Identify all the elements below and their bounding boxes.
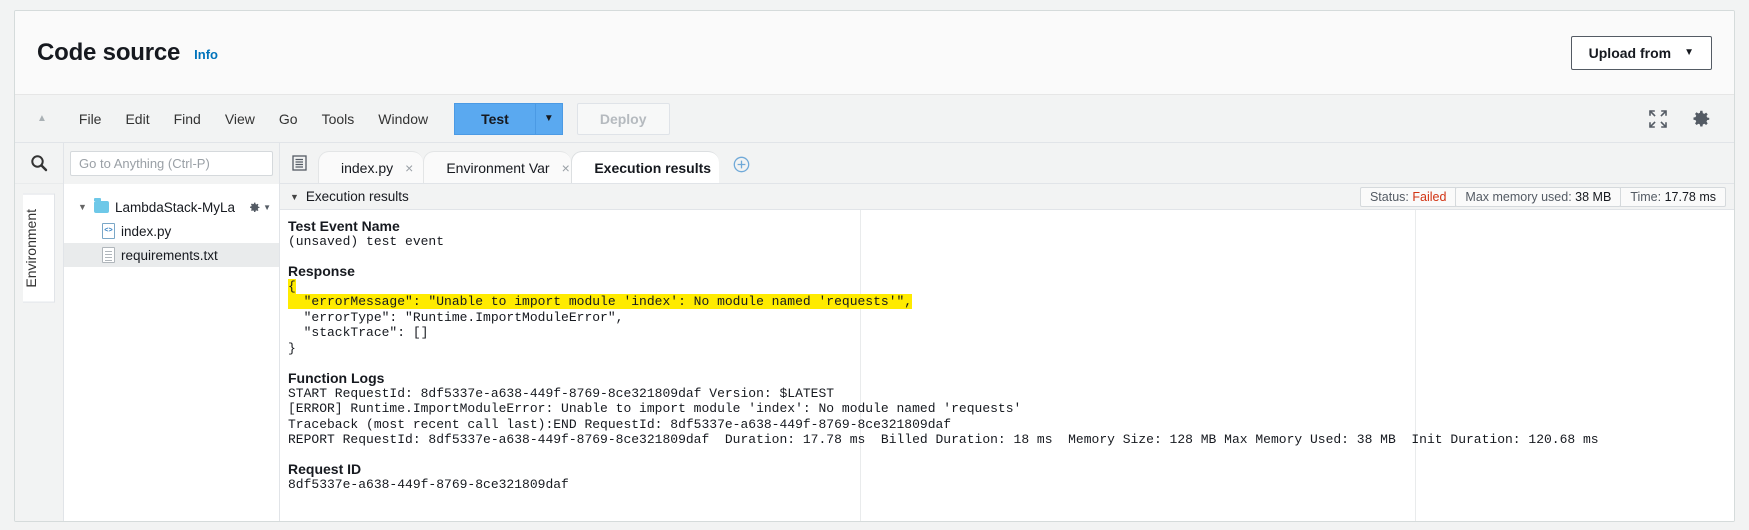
execution-results-bar: ▼ Execution results Status: Failed Max m… [280,184,1734,210]
menu-item-tools[interactable]: Tools [310,104,367,134]
twisty-icon[interactable]: ▼ [290,192,299,202]
menu-item-edit[interactable]: Edit [113,104,161,134]
chevron-down-icon: ▼ [1684,47,1694,58]
status-badge-value: Failed [1412,189,1447,204]
close-icon[interactable]: × [562,160,570,176]
tab-label: index.py [341,159,394,176]
close-icon[interactable]: × [405,160,413,176]
time-badge: Time: 17.78 ms [1620,186,1726,207]
status-badge-label: Status: [1369,189,1413,204]
expand-icon[interactable] [1648,109,1668,129]
log-line: START RequestId: 8df5337e-a638-449f-8769… [288,385,835,401]
response-error-message: "errorMessage": "Unable to import module… [288,294,913,310]
code-file-icon [102,223,115,239]
add-tab-icon[interactable] [733,156,750,178]
tree-item-requirements-txt[interactable]: requirements.txt [64,243,279,267]
response-stack-trace: "stackTrace": [] [288,325,429,341]
tree-item-index-py[interactable]: index.py [64,219,279,243]
menu-item-find[interactable]: Find [162,104,213,134]
twisty-icon[interactable]: ▼ [78,202,88,212]
response-error-type: "errorType": "Runtime.ImportModuleError"… [288,309,624,325]
status-badge: Status: Failed [1359,186,1457,207]
menu-item-go[interactable]: Go [267,104,310,134]
log-line: REPORT RequestId: 8df5337e-a638-449f-876… [288,432,1599,448]
test-button[interactable]: Test [454,102,535,135]
tree-item-label: LambdaStack-MyLa [115,199,236,215]
max-memory-badge-label: Max memory used: [1465,189,1576,204]
log-line: Traceback (most recent call last):END Re… [288,416,952,432]
response-title: Response [288,262,355,279]
menu-item-file[interactable]: File [67,104,114,134]
collapse-icon[interactable]: ▲ [37,113,47,124]
text-file-icon [102,247,115,263]
max-memory-badge: Max memory used: 38 MB [1455,186,1622,207]
upload-from-label: Upload from [1588,44,1672,61]
tab-environment-variables[interactable]: Environment Var × [423,151,572,183]
time-badge-label: Time: [1630,189,1665,204]
execution-results-content[interactable]: Test Event Name (unsaved) test event Res… [280,210,1734,521]
max-memory-badge-value: 38 MB [1575,189,1612,204]
tree-item-label: requirements.txt [121,247,218,263]
tab-strip: index.py × Environment Var × Execution r… [280,143,1734,184]
log-line: [ERROR] Runtime.ImportModuleError: Unabl… [288,401,1022,417]
response-open-brace: { [288,278,296,294]
info-link[interactable]: Info [194,47,218,62]
search-input[interactable] [70,151,273,176]
gear-icon[interactable] [1690,108,1712,130]
test-event-name-value: (unsaved) test event [288,234,445,249]
request-id-title: Request ID [288,460,362,477]
results-text: Test Event Name (unsaved) test event Res… [280,210,1734,493]
folder-icon [94,198,109,213]
upload-from-button[interactable]: Upload from ▼ [1570,35,1712,70]
test-dropdown-button[interactable]: ▼ [534,102,563,135]
tab-index-py[interactable]: index.py × [318,151,424,183]
file-explorer: ▼ LambdaStack-MyLa ▼ index.py [64,143,280,521]
request-id-value: 8df5337e-a638-449f-8769-8ce321809daf [288,476,569,492]
tab-execution-results[interactable]: Execution results × [571,151,720,183]
execution-results-label: Execution results [305,189,409,204]
chevron-down-icon: ▼ [543,113,554,124]
status-badges: Status: Failed Max memory used: 38 MB Ti… [1359,186,1734,207]
page-title: Code source [37,38,181,66]
test-event-name-title: Test Event Name [288,218,400,234]
function-logs-title: Function Logs [288,369,385,386]
goto-anything-wrap [64,143,279,184]
search-icon[interactable] [15,143,63,184]
editor-area: index.py × Environment Var × Execution r… [280,143,1734,521]
tree-item-folder[interactable]: ▼ LambdaStack-MyLa ▼ [64,195,279,219]
menu-bar: ▲ File Edit Find View Go Tools Window Te… [15,95,1734,143]
left-rail: Environment [15,143,64,521]
tab-list-icon[interactable] [280,142,318,183]
menu-item-view[interactable]: View [213,104,267,134]
file-tree: ▼ LambdaStack-MyLa ▼ index.py [64,184,279,267]
editor-body: Environment ▼ LambdaStack-MyLa ▼ [15,143,1734,521]
menu-bar-right [1648,108,1734,130]
code-source-panel: Code source Info Upload from ▼ ▲ File Ed… [14,10,1735,522]
response-close-brace: } [288,340,296,356]
tab-label: Execution results [594,159,712,176]
panel-header: Code source Info Upload from ▼ [15,11,1734,95]
environment-rail-tab[interactable]: Environment [23,194,55,303]
test-button-group: Test ▼ [454,102,563,135]
tree-item-label: index.py [121,223,172,239]
deploy-button[interactable]: Deploy [576,102,670,135]
tab-label: Environment Var [446,159,550,176]
menu-item-window[interactable]: Window [366,104,440,134]
folder-gear-icon[interactable]: ▼ [248,201,271,214]
time-badge-value: 17.78 ms [1664,189,1716,204]
chevron-down-icon: ▼ [263,202,271,212]
